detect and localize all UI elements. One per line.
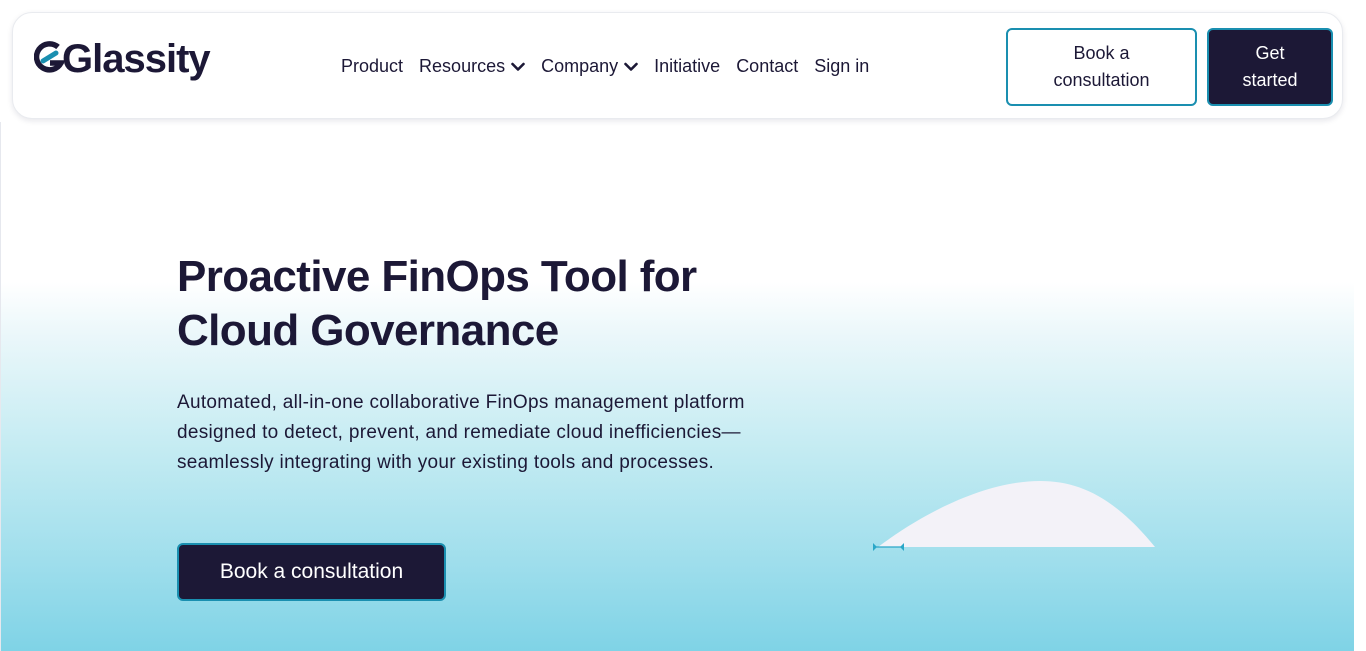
book-consultation-button[interactable]: Book a consultation — [1006, 28, 1197, 106]
nav-item-label: Product — [341, 56, 404, 76]
logo-text: Glassity — [62, 37, 211, 81]
nav-item-resources[interactable]: Resources — [419, 56, 525, 77]
nav-item-label: Contact — [736, 56, 799, 76]
chevron-down-icon — [624, 62, 638, 71]
hero-description: Automated, all-in-one collaborative FinO… — [177, 392, 745, 473]
scrollbar-track[interactable] — [1354, 0, 1366, 651]
hero-book-consultation-button[interactable]: Book a consultation — [177, 543, 446, 601]
nav-item-label: Company — [541, 56, 619, 76]
nav-item-label: Resources — [419, 56, 506, 76]
nav-item-label: Sign in — [814, 56, 870, 76]
nav-item-label: Initiative — [654, 56, 721, 76]
logo-link[interactable]: Glassity — [34, 37, 211, 81]
nav-item-product[interactable]: Product — [341, 56, 403, 77]
hero-title: Proactive FinOps Tool for Cloud Governan… — [177, 252, 697, 355]
nav-item-contact[interactable]: Contact — [736, 56, 798, 77]
chevron-down-icon — [511, 62, 525, 71]
nav-item-company[interactable]: Company — [541, 56, 638, 77]
site-header: Glassity Product Resources Company Initi… — [12, 12, 1343, 119]
get-started-button[interactable]: Get started — [1207, 28, 1333, 106]
hero-illustration — [873, 481, 1155, 551]
glassity-logo-icon — [34, 41, 64, 73]
nav-item-sign-in[interactable]: Sign in — [814, 56, 869, 77]
main-nav: Product Resources Company Initiative Con… — [341, 13, 885, 120]
nav-item-initiative[interactable]: Initiative — [654, 56, 720, 77]
page: Glassity Product Resources Company Initi… — [0, 0, 1366, 651]
